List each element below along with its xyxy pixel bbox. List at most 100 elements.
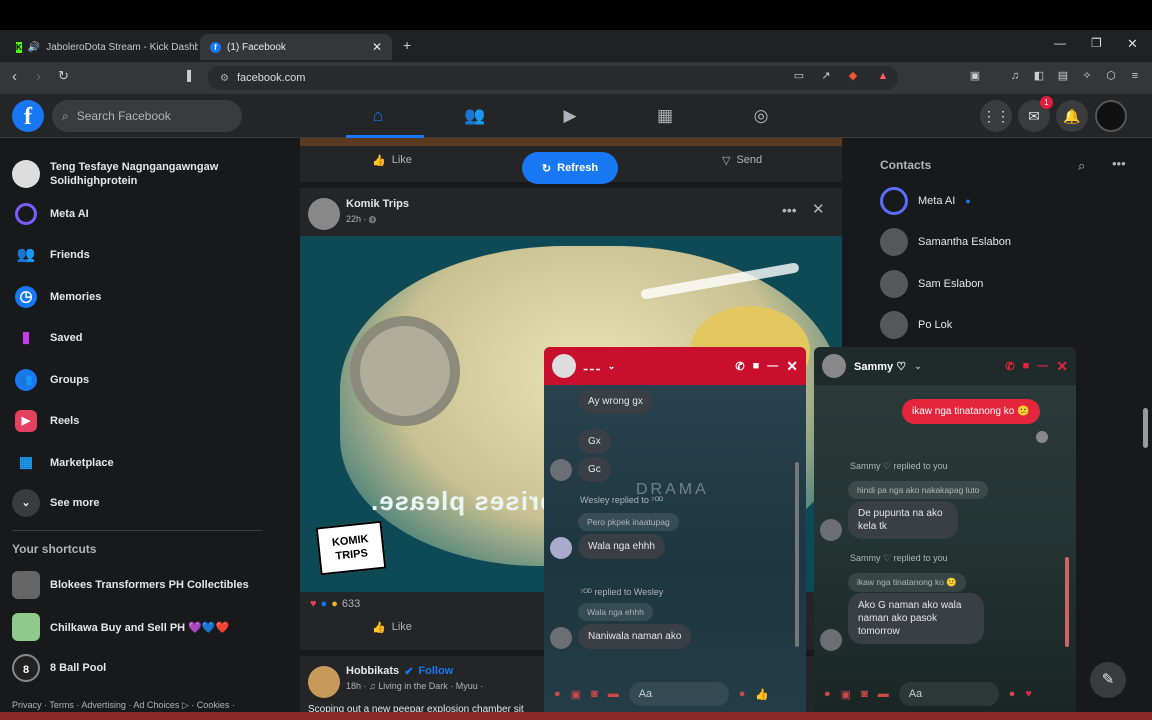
new-message-icon[interactable]: ✎ <box>1090 662 1126 698</box>
sticker-icon[interactable]: ◙ <box>861 688 868 700</box>
minimize-icon[interactable]: — <box>1037 360 1048 372</box>
like-icon[interactable]: 👍 <box>755 688 769 701</box>
shortcut-item[interactable]: Blokees Transformers PH Collectibles <box>12 567 282 603</box>
chat-scrollbar[interactable] <box>795 462 799 647</box>
cast-icon[interactable]: ▣ <box>968 69 982 83</box>
search-icon[interactable]: ⌕ <box>1078 158 1085 174</box>
call-icon[interactable]: ✆ <box>735 360 744 373</box>
read-receipt-avatar <box>1036 431 1048 443</box>
emoji-icon[interactable]: ● <box>1009 688 1016 700</box>
gif-icon[interactable]: ▬ <box>608 688 619 700</box>
notifications-icon[interactable]: 🔔 <box>1056 100 1088 132</box>
shortcut-item[interactable]: 8 8 Ball Pool <box>12 650 282 686</box>
site-info-icon[interactable]: ⚙ <box>220 73 229 84</box>
sticker-icon[interactable]: ◙ <box>591 688 598 700</box>
footer-links[interactable]: Privacy · Terms · Advertising · Ad Choic… <box>12 700 235 711</box>
browser-toolbar: ‹ › ↻ ❚ ⚙ facebook.com ▭ ↗ ◆ ▲ ▣ ♫ ◧ ▤ ✧… <box>0 62 1152 94</box>
photo-icon[interactable]: ▣ <box>571 688 581 701</box>
screenshot-icon[interactable]: ▭ <box>792 69 806 83</box>
vpn-icon[interactable]: ⬡ <box>1104 69 1118 83</box>
sidebar-item-reels[interactable]: ▶ Reels <box>12 403 282 439</box>
reactions-summary[interactable]: ♥ ● ● 633 <box>310 598 360 610</box>
like-button[interactable]: 👍 Like <box>372 154 412 167</box>
post-author[interactable]: Komik Trips <box>346 198 409 210</box>
gaming-nav-icon[interactable]: ◎ <box>741 102 781 130</box>
menu-icon[interactable]: ≡ <box>1128 69 1142 83</box>
menu-grid-icon[interactable]: ⋮⋮ <box>980 100 1012 132</box>
minimize-icon[interactable]: — <box>767 360 778 372</box>
friends-nav-icon[interactable]: 👥 <box>455 102 495 130</box>
reload-button[interactable]: ↻ <box>58 68 69 84</box>
contact-item[interactable]: Samantha Eslabon <box>880 224 1011 260</box>
sidebar-item-friends[interactable]: 👥 Friends <box>12 237 282 273</box>
photo-icon[interactable]: ▣ <box>841 688 851 701</box>
page-scrollbar[interactable] <box>1143 408 1148 448</box>
call-icon[interactable]: ✆ <box>1005 360 1014 373</box>
message-input[interactable]: Aa <box>898 682 999 706</box>
quoted-message: Pero pkpek inaatupag <box>578 513 679 531</box>
chat-header[interactable]: ـ ـ ـ ⌄ ✆ ■ — ✕ <box>544 347 806 385</box>
brave-shield-icon[interactable]: ◆ <box>846 69 860 83</box>
facebook-logo[interactable]: f <box>12 100 44 132</box>
rewards-icon[interactable]: ▲ <box>876 69 890 83</box>
close-icon[interactable]: ✕ <box>812 200 825 218</box>
video-call-icon[interactable]: ■ <box>753 360 760 372</box>
like-button[interactable]: 👍 Like <box>372 621 412 634</box>
browser-tab-kick[interactable]: K 🔊 JaboleroDota Stream - Kick Dashb <box>6 34 198 60</box>
more-options-icon[interactable]: ••• <box>782 202 797 218</box>
sidebar-item-meta-ai[interactable]: Meta AI <box>12 196 282 232</box>
marketplace-nav-icon[interactable]: ▦ <box>645 102 685 130</box>
share-icon[interactable]: ↗ <box>819 69 833 83</box>
contact-item[interactable]: Sam Eslabon <box>880 266 983 302</box>
sidebar-item-memories[interactable]: ◷ Memories <box>12 279 282 315</box>
avatar <box>550 459 572 481</box>
contact-item[interactable]: Po Lok <box>880 307 952 343</box>
search-input[interactable]: ⌕ Search Facebook <box>52 100 242 132</box>
wallet-icon[interactable]: ▤ <box>1056 69 1070 83</box>
chat-header[interactable]: Sammy ♡ ⌄ ✆ ■ — ✕ <box>814 347 1076 385</box>
sidebar-item-marketplace[interactable]: ▦ Marketplace <box>12 445 282 481</box>
chat-scrollbar[interactable] <box>1065 557 1069 647</box>
back-button[interactable]: ‹ <box>12 68 17 85</box>
ai-icon[interactable]: ✧ <box>1080 69 1094 83</box>
profile-link[interactable]: Teng Tesfaye Nagngangawngaw Solidhighpro… <box>12 154 282 194</box>
maximize-button[interactable]: ❐ <box>1091 36 1102 50</box>
mic-icon[interactable]: ● <box>554 688 561 700</box>
message-input[interactable]: Aa <box>628 682 729 706</box>
new-tab-button[interactable]: + <box>403 37 411 53</box>
sidebar-item-saved[interactable]: ▮ Saved <box>12 320 282 356</box>
gif-icon[interactable]: ▬ <box>878 688 889 700</box>
browser-tab-facebook[interactable]: f (1) Facebook ✕ <box>200 34 392 60</box>
bookmark-icon[interactable]: ❚ <box>184 68 194 82</box>
sidebar-item-groups[interactable]: 👥 Groups <box>12 362 282 398</box>
sidebar-icon[interactable]: ◧ <box>1032 69 1046 83</box>
contact-item[interactable]: Meta AI ● <box>880 183 971 219</box>
refresh-button[interactable]: ↻ Refresh <box>522 152 618 184</box>
heart-icon[interactable]: ♥ <box>1025 688 1032 700</box>
avatar[interactable] <box>308 666 340 698</box>
video-call-icon[interactable]: ■ <box>1023 360 1030 372</box>
more-options-icon[interactable]: ••• <box>1112 156 1126 171</box>
video-nav-icon[interactable]: ▶ <box>550 102 590 130</box>
browser-tab-bar: K 🔊 JaboleroDota Stream - Kick Dashb f (… <box>0 30 1152 62</box>
message-bubble: De pupunta na ako kela tk <box>848 501 958 539</box>
search-placeholder: Search Facebook <box>76 109 171 123</box>
close-window-button[interactable]: ✕ <box>1127 36 1138 52</box>
close-icon[interactable]: ✕ <box>786 358 798 375</box>
shortcut-item[interactable]: Chilkawa Buy and Sell PH 💜💙❤️ <box>12 609 282 645</box>
sidebar-item-label: See more <box>50 497 100 509</box>
minimize-button[interactable]: — <box>1054 36 1066 50</box>
post-author[interactable]: Hobbikats <box>346 665 399 678</box>
music-icon[interactable]: ♫ <box>1008 69 1022 83</box>
home-icon[interactable]: ⌂ <box>358 102 398 130</box>
account-avatar[interactable] <box>1095 100 1127 132</box>
avatar[interactable] <box>308 198 340 230</box>
emoji-icon[interactable]: ● <box>739 688 746 700</box>
forward-button[interactable]: › <box>36 68 41 85</box>
send-button[interactable]: ▽ Send <box>722 154 762 167</box>
see-more-button[interactable]: ⌄ See more <box>12 485 282 521</box>
mic-icon[interactable]: ● <box>824 688 831 700</box>
follow-button[interactable]: Follow <box>418 665 453 678</box>
close-tab-icon[interactable]: ✕ <box>372 40 382 54</box>
close-icon[interactable]: ✕ <box>1056 358 1068 375</box>
